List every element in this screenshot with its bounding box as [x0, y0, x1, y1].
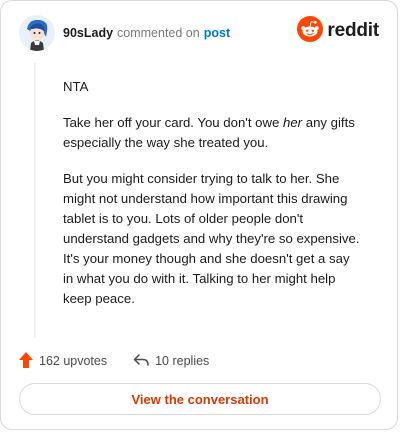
comment-embed-card: 90sLady commented on post reddit NTA Tak…: [0, 0, 398, 430]
comment-header: 90sLady commented on post reddit: [19, 15, 379, 55]
comment-text: Take her off your card. You don't owe: [63, 115, 284, 130]
reply-arrow-icon: [133, 353, 149, 370]
comment-actions: 162 upvotes 10 replies: [19, 351, 209, 371]
snoo-avatar-icon[interactable]: [19, 15, 55, 51]
replies-button[interactable]: 10 replies: [133, 353, 209, 370]
comment-emphasis: her: [283, 115, 303, 130]
upvote-arrow-icon: [19, 351, 33, 371]
view-conversation-button[interactable]: View the conversation: [19, 383, 381, 415]
commented-on-text: commented on: [117, 26, 200, 40]
comment-body: NTA Take her off your card. You don't ow…: [63, 77, 363, 325]
reddit-snoo-logo-icon: [297, 15, 324, 47]
upvote-button[interactable]: 162 upvotes: [19, 351, 108, 371]
author-username[interactable]: 90sLady: [63, 26, 113, 40]
comment-paragraph: But you might consider trying to talk to…: [63, 171, 360, 306]
comment-paragraph: NTA: [63, 79, 89, 94]
upvote-count: 162 upvotes: [39, 354, 108, 368]
reply-count: 10 replies: [155, 354, 210, 368]
reddit-wordmark: reddit: [327, 20, 379, 41]
comment-meta: 90sLady commented on post: [63, 25, 230, 41]
post-link[interactable]: post: [204, 26, 230, 40]
reddit-brand[interactable]: reddit: [297, 15, 379, 47]
comment-paragraph: Take her off your card. You don't owe he…: [63, 113, 363, 153]
thread-line: [34, 63, 36, 338]
